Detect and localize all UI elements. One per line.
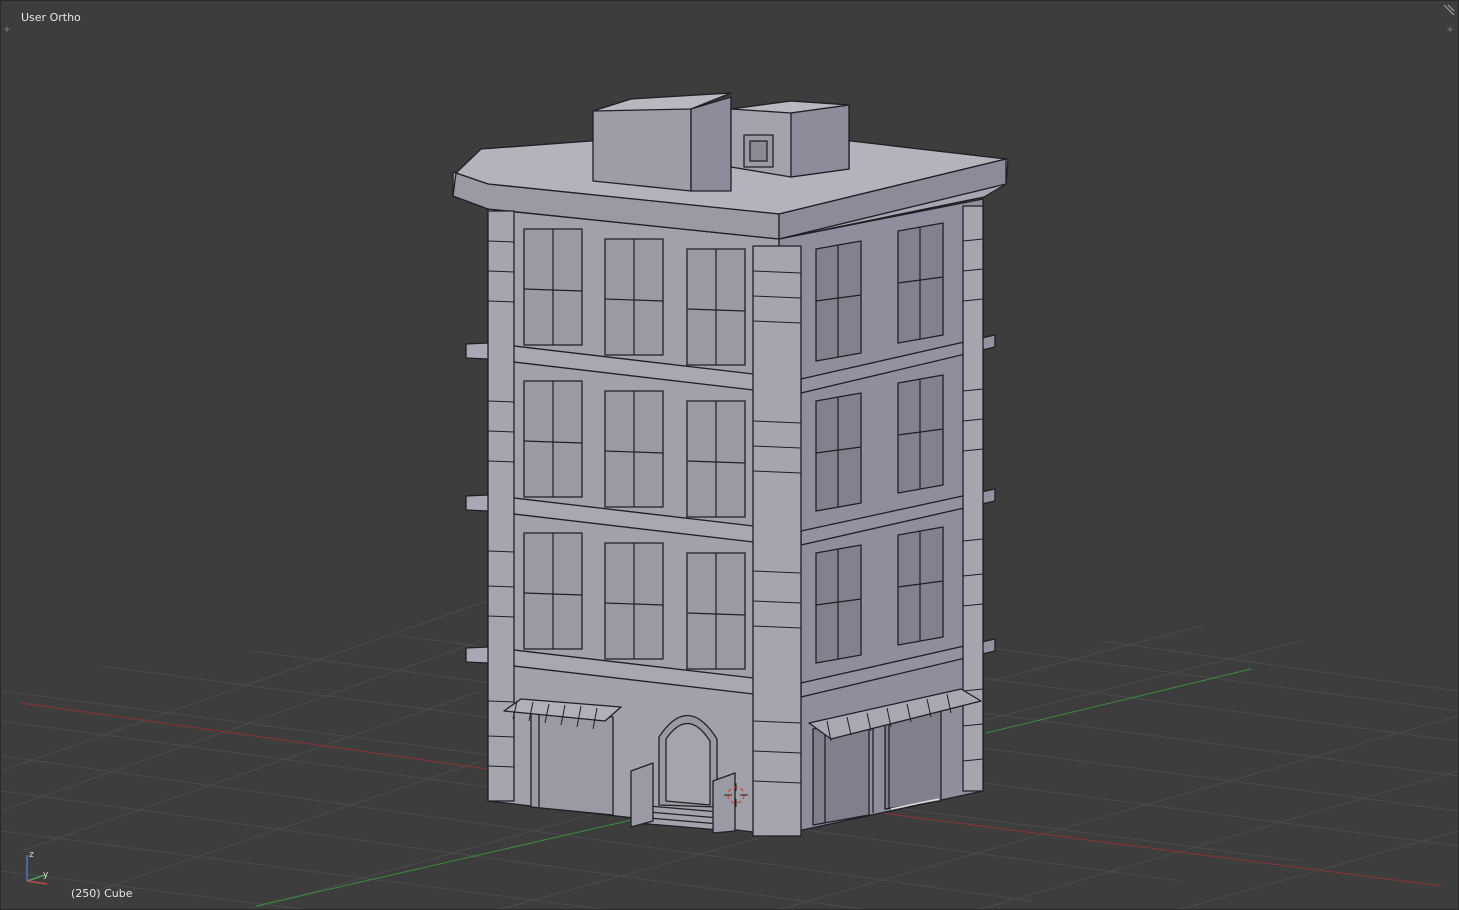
object-info-label: (250) Cube	[71, 887, 133, 900]
axis-gizmo: z y	[26, 850, 49, 885]
3d-viewport[interactable]: User Ortho + + z y (250) Cube	[0, 0, 1459, 910]
building-model	[452, 92, 1009, 837]
gizmo-y-label: y	[43, 870, 49, 880]
x-axis-line	[20, 702, 502, 772]
y-axis-line	[255, 818, 637, 907]
scene-canvas[interactable]: z y	[1, 1, 1458, 909]
gizmo-z-label: z	[29, 850, 34, 860]
